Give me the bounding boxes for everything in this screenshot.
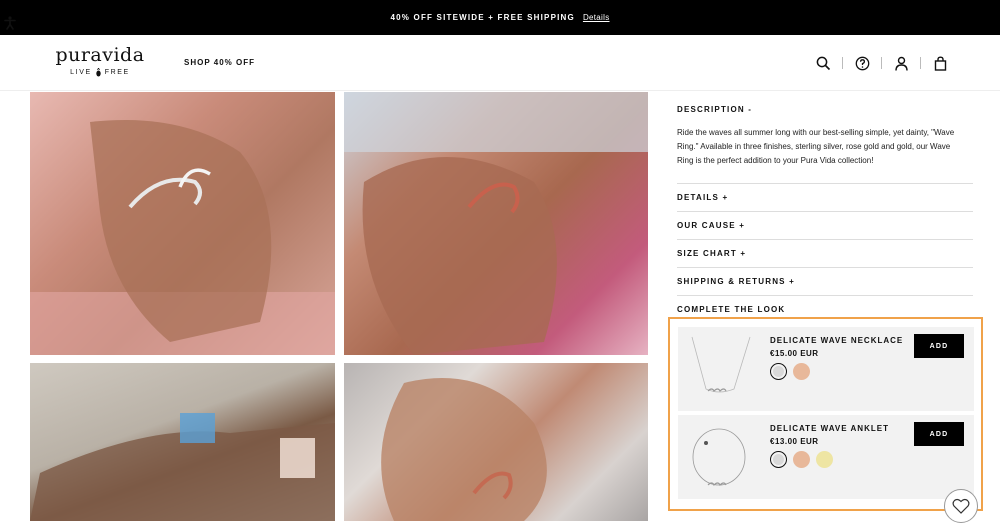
search-icon[interactable]: [813, 53, 833, 73]
accordion-shipping-returns[interactable]: SHIPPING & RETURNS +: [677, 267, 973, 295]
product-photo-bracelets[interactable]: [30, 363, 335, 521]
add-anklet-button[interactable]: ADD: [914, 422, 964, 446]
swatch-rose-gold[interactable]: [793, 363, 810, 380]
look-product-card: DELICATE WAVE ANKLET €13.00 EUR ADD: [678, 415, 974, 499]
accordion-label: OUR CAUSE +: [677, 221, 746, 230]
product-photo-ring-closeup[interactable]: [344, 363, 648, 521]
promo-text: 40% OFF SITEWIDE + FREE SHIPPING: [390, 13, 575, 22]
look-product-name[interactable]: DELICATE WAVE NECKLACE: [770, 336, 903, 345]
swatch-group: [770, 363, 810, 380]
description-heading[interactable]: DESCRIPTION -: [677, 105, 752, 114]
accordion-label: DETAILS +: [677, 193, 729, 202]
logo-tag-right: FREE: [104, 69, 130, 76]
swatch-silver[interactable]: [770, 451, 787, 468]
help-icon[interactable]: [852, 53, 872, 73]
swatch-rose-gold[interactable]: [793, 451, 810, 468]
accordion-details[interactable]: DETAILS +: [677, 183, 973, 211]
necklace-thumbnail[interactable]: [684, 333, 754, 405]
accordion-label: SIZE CHART +: [677, 249, 747, 258]
account-icon[interactable]: [891, 53, 911, 73]
swatch-silver[interactable]: [770, 363, 787, 380]
accordion-label: SHIPPING & RETURNS +: [677, 277, 796, 286]
product-photo-silver-ring[interactable]: [30, 92, 335, 355]
description-text: Ride the waves all summer long with our …: [677, 128, 955, 165]
logo-tag-left: LIVE: [70, 69, 92, 76]
accordion-size-chart[interactable]: SIZE CHART +: [677, 239, 973, 267]
chat-heart-icon[interactable]: [944, 489, 978, 523]
header-divider: [920, 57, 921, 69]
nav-shop-sale[interactable]: SHOP 40% OFF: [184, 58, 255, 67]
swatch-gold[interactable]: [816, 451, 833, 468]
look-product-card: DELICATE WAVE NECKLACE €15.00 EUR ADD: [678, 327, 974, 411]
bag-icon[interactable]: [930, 53, 950, 73]
swatch-group: [770, 451, 833, 468]
complete-the-look-heading: COMPLETE THE LOOK: [677, 305, 786, 314]
look-product-price: €15.00 EUR: [770, 349, 819, 358]
look-product-price: €13.00 EUR: [770, 437, 819, 446]
logo-wordmark: puravida: [55, 44, 145, 66]
pineapple-icon: [96, 68, 101, 77]
look-product-name[interactable]: DELICATE WAVE ANKLET: [770, 424, 889, 433]
promo-details-link[interactable]: Details: [583, 13, 610, 22]
promo-banner: 40% OFF SITEWIDE + FREE SHIPPING Details: [0, 0, 1000, 35]
anklet-thumbnail[interactable]: [684, 421, 754, 493]
header-divider: [881, 57, 882, 69]
site-header: puravida LIVE FREE SHOP 40% OFF: [0, 35, 1000, 91]
accessibility-icon[interactable]: [4, 16, 16, 30]
complete-the-look-panel: DELICATE WAVE NECKLACE €15.00 EUR ADD DE…: [668, 317, 983, 511]
add-necklace-button[interactable]: ADD: [914, 334, 964, 358]
accordion-our-cause[interactable]: OUR CAUSE +: [677, 211, 973, 239]
brand-logo[interactable]: puravida LIVE FREE: [50, 45, 150, 77]
header-divider: [842, 57, 843, 69]
product-photo-rose-gold-ring[interactable]: [344, 92, 648, 355]
